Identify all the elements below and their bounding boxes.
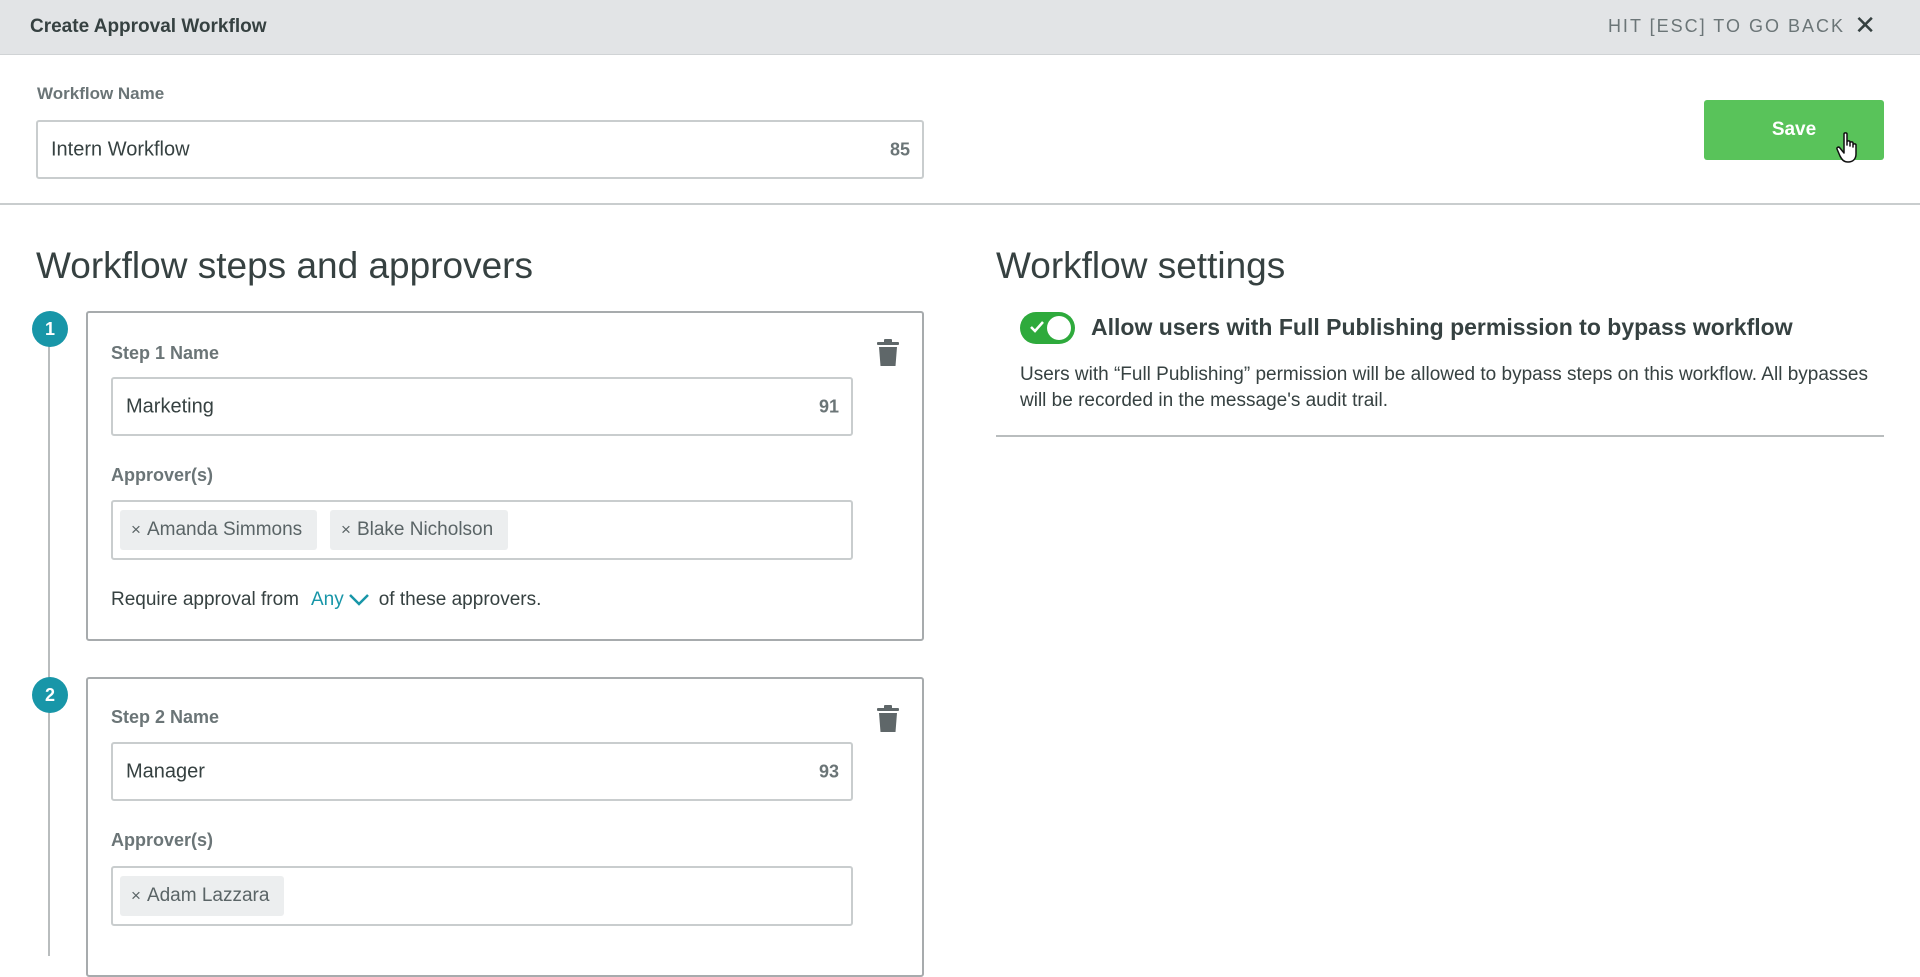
approval-mode-dropdown[interactable]: Any xyxy=(311,589,369,611)
require-suffix: of these approvers. xyxy=(378,589,542,610)
require-prefix: Require approval from xyxy=(111,589,299,610)
step-name-char-count: 93 xyxy=(818,761,839,781)
top-bar: Create Approval Workflow HIT [ESC] TO GO… xyxy=(0,0,1920,55)
remove-tag-icon[interactable]: × xyxy=(131,886,141,906)
step-card-1: Step 1 Name Marketing 91 Approver(s) × A… xyxy=(86,311,924,641)
header-divider xyxy=(0,203,1920,205)
approver-name: Adam Lazzara xyxy=(146,885,270,906)
approver-tag: × Blake Nicholson xyxy=(330,510,509,550)
workflow-name-char-count: 85 xyxy=(889,139,910,159)
workflow-name-value: Intern Workflow xyxy=(51,138,190,160)
approver-name: Blake Nicholson xyxy=(356,519,494,540)
bypass-toggle[interactable] xyxy=(1020,312,1075,344)
step-card-2: Step 2 Name Manager 93 Approver(s) × Ada… xyxy=(86,677,924,977)
approver-tag: × Amanda Simmons xyxy=(120,510,318,550)
workflow-name-label: Workflow Name xyxy=(37,84,165,103)
bypass-setting-description: Users with “Full Publishing” permission … xyxy=(1020,364,1868,411)
check-icon xyxy=(1030,321,1044,333)
step-name-label: Step 2 Name xyxy=(111,707,220,727)
approver-tag: × Adam Lazzara xyxy=(120,876,285,916)
chevron-down-icon xyxy=(348,594,369,606)
bypass-setting-title: Allow users with Full Publishing permiss… xyxy=(1091,314,1793,340)
close-icon[interactable]: ✕ xyxy=(1854,12,1876,38)
step-name-char-count: 91 xyxy=(818,396,839,416)
trash-icon[interactable] xyxy=(876,339,900,367)
page-title: Create Approval Workflow xyxy=(30,16,267,37)
step-number-badge: 1 xyxy=(32,311,68,347)
trash-icon[interactable] xyxy=(876,705,900,733)
step-timeline xyxy=(48,330,50,956)
step-name-label: Step 1 Name xyxy=(111,343,220,363)
approver-name: Amanda Simmons xyxy=(146,519,303,540)
toggle-knob xyxy=(1047,316,1071,340)
approvers-input[interactable]: × Adam Lazzara xyxy=(111,866,853,926)
approvers-label: Approver(s) xyxy=(111,830,214,850)
remove-tag-icon[interactable]: × xyxy=(131,520,141,540)
approval-requirement: Require approval from Any of these appro… xyxy=(111,589,541,611)
steps-heading: Workflow steps and approvers xyxy=(36,245,533,286)
workflow-name-input[interactable]: Intern Workflow 85 xyxy=(36,120,924,179)
step-number-badge: 2 xyxy=(32,677,68,713)
settings-divider xyxy=(996,435,1884,437)
step-name-input[interactable]: Marketing 91 xyxy=(111,377,853,436)
step-name-input[interactable]: Manager 93 xyxy=(111,742,853,801)
settings-heading: Workflow settings xyxy=(996,245,1286,286)
hand-pointer-icon xyxy=(1836,132,1857,163)
step-name-value: Marketing xyxy=(126,395,214,417)
step-name-value: Manager xyxy=(126,760,205,782)
approvers-label: Approver(s) xyxy=(111,465,214,485)
approvers-input[interactable]: × Amanda Simmons × Blake Nicholson xyxy=(111,500,853,560)
approval-mode-value: Any xyxy=(310,589,344,610)
remove-tag-icon[interactable]: × xyxy=(341,520,351,540)
esc-back-hint[interactable]: HIT [ESC] TO GO BACK xyxy=(1608,16,1845,37)
